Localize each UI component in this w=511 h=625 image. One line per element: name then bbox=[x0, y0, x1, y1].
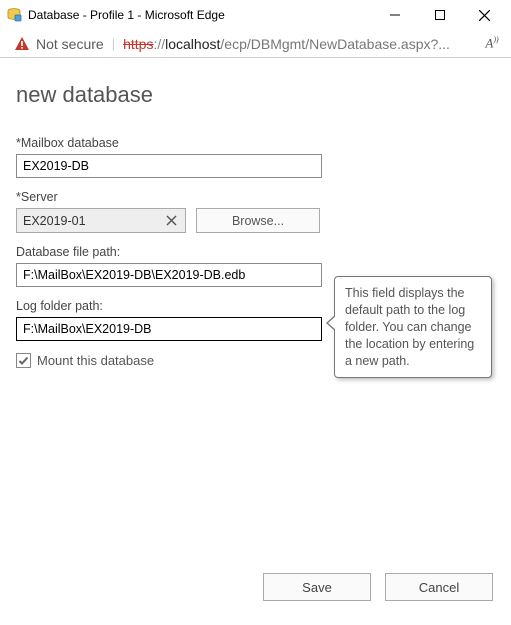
window-minimize-button[interactable] bbox=[372, 0, 417, 30]
clear-server-button[interactable] bbox=[161, 209, 181, 232]
db-path-label: Database file path: bbox=[16, 245, 495, 259]
dialog-footer: Save Cancel bbox=[263, 573, 493, 601]
url-display[interactable]: https://localhost/ecp/DBMgmt/NewDatabase… bbox=[123, 36, 473, 52]
mount-label: Mount this database bbox=[37, 353, 154, 368]
browse-button[interactable]: Browse... bbox=[196, 208, 320, 233]
check-icon bbox=[18, 355, 29, 366]
tooltip-callout: This field displays the default path to … bbox=[334, 276, 492, 378]
address-bar: Not secure | https://localhost/ecp/DBMgm… bbox=[0, 30, 511, 58]
url-protocol: https bbox=[123, 36, 153, 52]
window-close-button[interactable] bbox=[462, 0, 507, 30]
server-value: EX2019-01 bbox=[23, 214, 86, 228]
url-host: localhost bbox=[165, 36, 220, 52]
server-label: *Server bbox=[16, 190, 495, 204]
tooltip-text: This field displays the default path to … bbox=[345, 286, 474, 368]
save-button[interactable]: Save bbox=[263, 573, 371, 601]
mount-checkbox[interactable] bbox=[16, 353, 31, 368]
security-indicator[interactable]: Not secure bbox=[14, 36, 104, 52]
app-icon bbox=[6, 7, 22, 23]
cancel-button[interactable]: Cancel bbox=[385, 573, 493, 601]
window-titlebar: Database - Profile 1 - Microsoft Edge bbox=[0, 0, 511, 30]
db-path-input[interactable] bbox=[16, 263, 322, 287]
window-title: Database - Profile 1 - Microsoft Edge bbox=[28, 8, 372, 22]
window-maximize-button[interactable] bbox=[417, 0, 462, 30]
read-aloud-button[interactable]: A)) bbox=[481, 33, 503, 55]
mailbox-db-label: *Mailbox database bbox=[16, 136, 495, 150]
close-icon bbox=[166, 215, 177, 226]
warning-icon bbox=[14, 36, 30, 52]
url-path: /ecp/DBMgmt/NewDatabase.aspx?... bbox=[220, 36, 450, 52]
log-path-input[interactable] bbox=[16, 317, 322, 341]
mailbox-db-input[interactable] bbox=[16, 154, 322, 178]
server-picker[interactable]: EX2019-01 bbox=[16, 208, 186, 233]
not-secure-label: Not secure bbox=[36, 36, 104, 52]
page-title: new database bbox=[16, 82, 495, 108]
